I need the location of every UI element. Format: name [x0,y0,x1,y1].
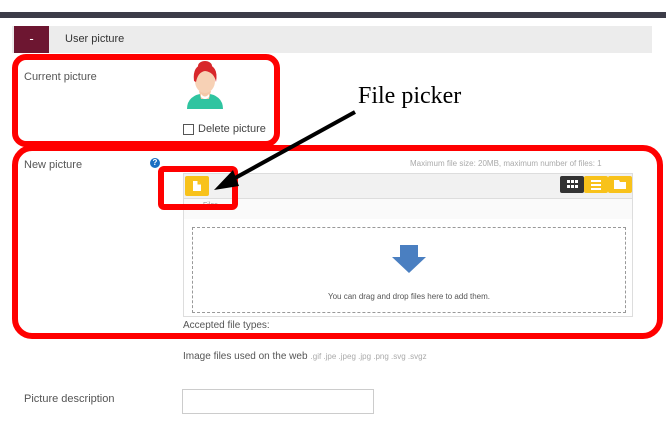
callout-arrow [214,110,356,190]
